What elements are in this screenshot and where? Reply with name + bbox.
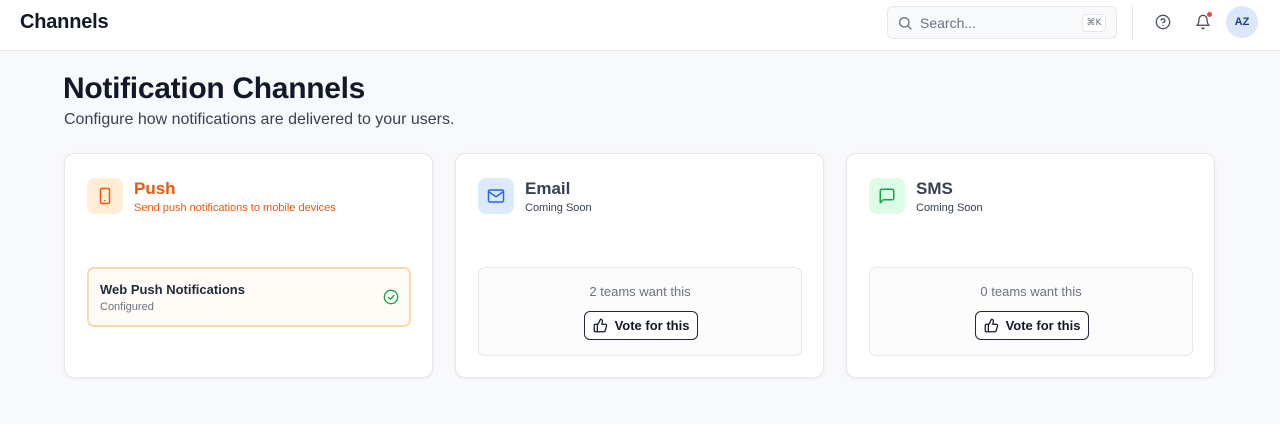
notifications-button[interactable] xyxy=(1192,11,1214,33)
user-avatar[interactable]: AZ xyxy=(1226,6,1258,38)
vote-button[interactable]: Vote for this xyxy=(975,311,1089,340)
help-circle-icon xyxy=(1155,14,1171,30)
channel-description: Send push notifications to mobile device… xyxy=(134,202,336,214)
vote-count: 0 teams want this xyxy=(980,284,1082,299)
channel-description: Coming Soon xyxy=(525,202,592,214)
check-circle-icon xyxy=(383,289,399,305)
channel-card-sms: SMS Coming Soon 0 teams want this Vote f… xyxy=(846,153,1215,378)
config-status: Configured xyxy=(100,301,154,313)
thumbs-up-icon xyxy=(984,318,998,333)
push-icon-container xyxy=(87,178,123,214)
channel-card-push: Push Send push notifications to mobile d… xyxy=(64,153,433,378)
config-title: Web Push Notifications xyxy=(100,282,245,297)
search-shortcut-badge: ⌘K xyxy=(1082,14,1106,32)
smartphone-icon xyxy=(99,187,111,205)
vote-panel: 0 teams want this Vote for this xyxy=(869,267,1193,356)
channel-title: Email xyxy=(525,179,571,198)
web-push-config[interactable]: Web Push Notifications Configured xyxy=(87,267,411,327)
search-box[interactable]: ⌘K xyxy=(887,6,1117,39)
sms-icon-container xyxy=(869,178,905,214)
message-square-icon xyxy=(879,188,895,204)
top-bar: Channels ⌘K AZ xyxy=(0,0,1280,51)
help-button[interactable] xyxy=(1152,11,1174,33)
channel-title: SMS xyxy=(916,179,953,198)
vote-panel: 2 teams want this Vote for this xyxy=(478,267,802,356)
notification-dot xyxy=(1207,12,1212,17)
vote-count: 2 teams want this xyxy=(589,284,691,299)
vote-button[interactable]: Vote for this xyxy=(584,311,698,340)
channel-title: Push xyxy=(134,179,176,198)
search-icon xyxy=(899,17,912,30)
channel-description: Coming Soon xyxy=(916,202,983,214)
vote-button-label: Vote for this xyxy=(1005,318,1081,333)
search-input[interactable] xyxy=(920,13,1070,33)
mail-icon xyxy=(487,189,505,203)
page-title: Notification Channels xyxy=(63,72,366,105)
channel-card-email: Email Coming Soon 2 teams want this Vote… xyxy=(455,153,824,378)
thumbs-up-icon xyxy=(593,318,607,333)
app-title: Channels xyxy=(20,11,109,33)
email-icon-container xyxy=(478,178,514,214)
page-subtitle: Configure how notifications are delivere… xyxy=(64,111,455,128)
vote-button-label: Vote for this xyxy=(614,318,690,333)
header-divider xyxy=(1132,6,1133,39)
